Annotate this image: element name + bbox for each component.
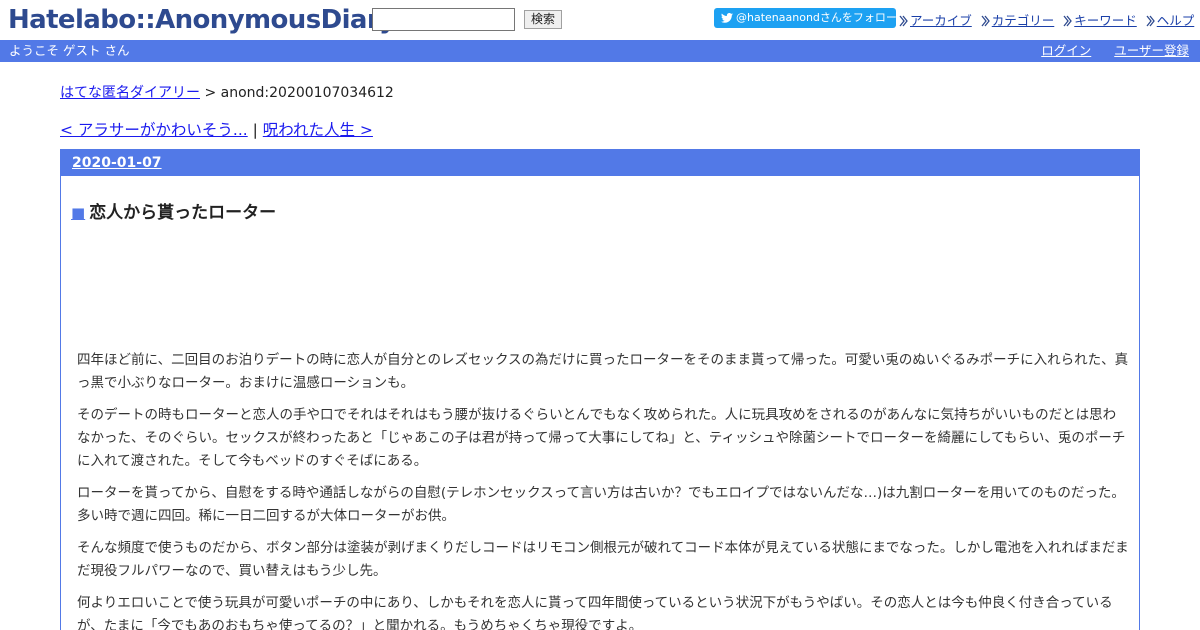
entry-paragraph: 四年ほど前に、二回目のお泊りデートの時に恋人が自分とのレズセックスの為だけに買っ…: [77, 352, 1129, 391]
pager-separator: |: [247, 121, 263, 139]
search-button[interactable]: 検索: [524, 10, 562, 29]
help-link[interactable]: ヘルプ: [1157, 13, 1195, 28]
day-date-link[interactable]: 2020-01-07: [72, 155, 162, 171]
breadcrumb-separator: >: [200, 85, 221, 101]
register-link[interactable]: ユーザー登録: [1114, 43, 1189, 58]
keyword-link[interactable]: キーワード: [1074, 13, 1137, 28]
entry-pager: < アラサーがかわいそう... | 呪われた人生 >: [60, 120, 373, 140]
entry-title-text: 恋人から貰ったローター: [89, 203, 277, 223]
archive-link[interactable]: アーカイブ: [910, 13, 972, 28]
entry-paragraph: 何よりエロいことで使う玩具が可愛いポーチの中にあり、しかもそれを恋人に貰って四年…: [77, 595, 1113, 630]
category-link[interactable]: カテゴリー: [992, 13, 1055, 28]
entry-title: ■ 恋人から貰ったローター: [71, 202, 276, 224]
welcome-text: ようこそ ゲスト さん: [9, 43, 130, 58]
next-entry-link[interactable]: 呪われた人生 >: [263, 121, 373, 139]
entry-paragraph: そのデートの時もローターと恋人の手や口でそれはそれはもう腰が抜けるぐらいとんでも…: [77, 407, 1126, 469]
site-logo[interactable]: Hatelabo::AnonymousDiary: [8, 4, 396, 36]
search-input[interactable]: [372, 8, 515, 31]
top-header: Hatelabo::AnonymousDiary 検索 @hatenaanond…: [0, 0, 1200, 40]
arrow-icon: [899, 15, 908, 27]
arrow-icon: [1063, 15, 1073, 27]
day-section: 2020-01-07 ■ 恋人から貰ったローター 四年ほど前に、二回目のお泊りデー…: [60, 149, 1140, 630]
breadcrumb: はてな匿名ダイアリー > anond:20200107034612: [60, 84, 394, 102]
twitter-bird-icon: [721, 13, 733, 23]
arrow-icon: [1146, 15, 1155, 27]
entry-body: 四年ほど前に、二回目のお泊りデートの時に恋人が自分とのレズセックスの為だけに買っ…: [77, 349, 1129, 630]
arrow-icon: [981, 15, 990, 27]
day-header: 2020-01-07: [61, 150, 1139, 176]
user-bar: ようこそ ゲスト さん ログイン ユーザー登録: [0, 40, 1200, 62]
breadcrumb-home-link[interactable]: はてな匿名ダイアリー: [60, 85, 200, 101]
breadcrumb-current: anond:20200107034612: [220, 85, 394, 101]
top-nav-links: アーカイブ カテゴリー キーワード ヘルプ: [899, 10, 1199, 29]
prev-entry-link[interactable]: < アラサーがかわいそう...: [60, 121, 248, 139]
follow-label: @hatenaanondさんをフォロー: [736, 11, 897, 24]
entry-paragraph: ローターを貰ってから、自慰をする時や通話しながらの自慰(テレホンセックスって言い…: [77, 485, 1125, 524]
twitter-follow-button[interactable]: @hatenaanondさんをフォロー: [714, 8, 897, 28]
login-link[interactable]: ログイン: [1041, 43, 1091, 58]
account-links: ログイン ユーザー登録: [1022, 43, 1189, 59]
entry-permalink[interactable]: ■: [71, 204, 85, 222]
entry-paragraph: そんな頻度で使うものだから、ボタン部分は塗装が剥げまくりだしコードはリモコン側根…: [77, 540, 1129, 579]
